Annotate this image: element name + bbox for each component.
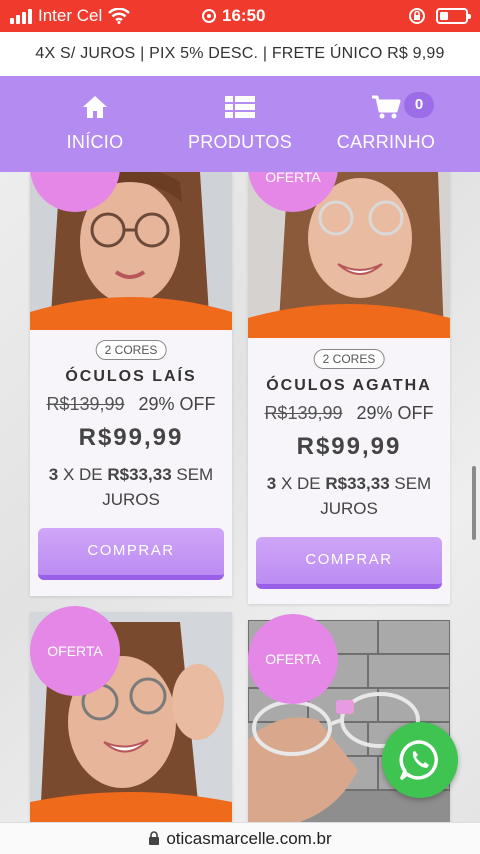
installments-count: 3 (48, 465, 59, 484)
current-price: R$99,99 (296, 433, 402, 460)
product-card-3: OFERTA (30, 606, 232, 822)
cart-icon (371, 90, 401, 124)
product-card-agatha: OFERTA 2 CORES ÓCULOS AGATHA R$139,99 29… (248, 172, 450, 604)
url-domain: oticasmarcelle.com.br (166, 828, 332, 848)
clock: 16:50 (222, 6, 266, 25)
whatsapp-icon (399, 740, 438, 780)
product-name[interactable]: ÓCULOS AGATHA (248, 377, 450, 395)
price-line: R$139,99 29% OFF (30, 394, 232, 415)
nav-carrinho[interactable]: CARRINHO (334, 76, 438, 172)
page-scrollbar[interactable] (472, 466, 476, 540)
whatsapp-button[interactable] (382, 722, 458, 798)
old-price: R$139,99 (264, 403, 343, 423)
browser-url-bar[interactable]: oticasmarcelle.com.br (0, 822, 480, 854)
comprar-button[interactable]: COMPRAR (38, 528, 224, 580)
colors-tag: 2 CORES (95, 340, 167, 360)
installments-count: 3 (266, 474, 277, 493)
discount-label: 29% OFF (356, 403, 434, 423)
nav-inicio-label: INÍCIO (66, 132, 124, 152)
installments-mid: X DE (276, 474, 326, 493)
top-navigation: INÍCIO PRODUTOS CARRINHO 0 (0, 76, 480, 172)
list-icon (224, 90, 256, 124)
nav-carrinho-label: CARRINHO (336, 132, 436, 152)
recording-icon (202, 9, 216, 23)
oferta-badge: OFERTA (30, 606, 120, 696)
carrier-name: Inter Cel (38, 6, 103, 25)
installments-mid: X DE (58, 465, 108, 484)
status-left: Inter Cel (10, 6, 131, 26)
installments-value: R$33,33 (107, 465, 172, 484)
old-price: R$139,99 (46, 394, 125, 414)
current-price: R$99,99 (78, 424, 184, 451)
signal-icon (10, 8, 32, 24)
installments: 3 X DE R$33,33 SEM JUROS (40, 462, 222, 512)
rotation-lock-icon (409, 8, 425, 24)
product-name[interactable]: ÓCULOS LAÍS (30, 368, 232, 386)
lock-icon (149, 831, 160, 845)
wifi-icon (108, 8, 131, 24)
oferta-badge: OFERTA (248, 614, 338, 704)
installments: 3 X DE R$33,33 SEM JUROS (258, 471, 440, 521)
installments-value: R$33,33 (325, 474, 390, 493)
battery-icon (436, 8, 471, 24)
colors-tag: 2 CORES (313, 349, 385, 369)
nav-produtos[interactable]: PRODUTOS (188, 76, 292, 172)
promo-banner: 4X S/ JUROS | PIX 5% DESC. | FRETE ÚNICO… (0, 32, 480, 76)
product-card-lais: 2 CORES ÓCULOS LAÍS R$139,99 29% OFF R$9… (30, 172, 232, 596)
home-icon (81, 90, 109, 124)
price-line: R$139,99 29% OFF (248, 403, 450, 424)
comprar-button[interactable]: COMPRAR (256, 537, 442, 589)
nav-produtos-label: PRODUTOS (187, 132, 293, 152)
status-right (408, 7, 471, 25)
status-bar: Inter Cel 16:50 (0, 0, 480, 32)
nav-inicio[interactable]: INÍCIO (58, 76, 132, 172)
discount-label: 29% OFF (138, 394, 216, 414)
status-center: 16:50 (202, 6, 265, 26)
cart-count-badge: 0 (404, 92, 434, 118)
